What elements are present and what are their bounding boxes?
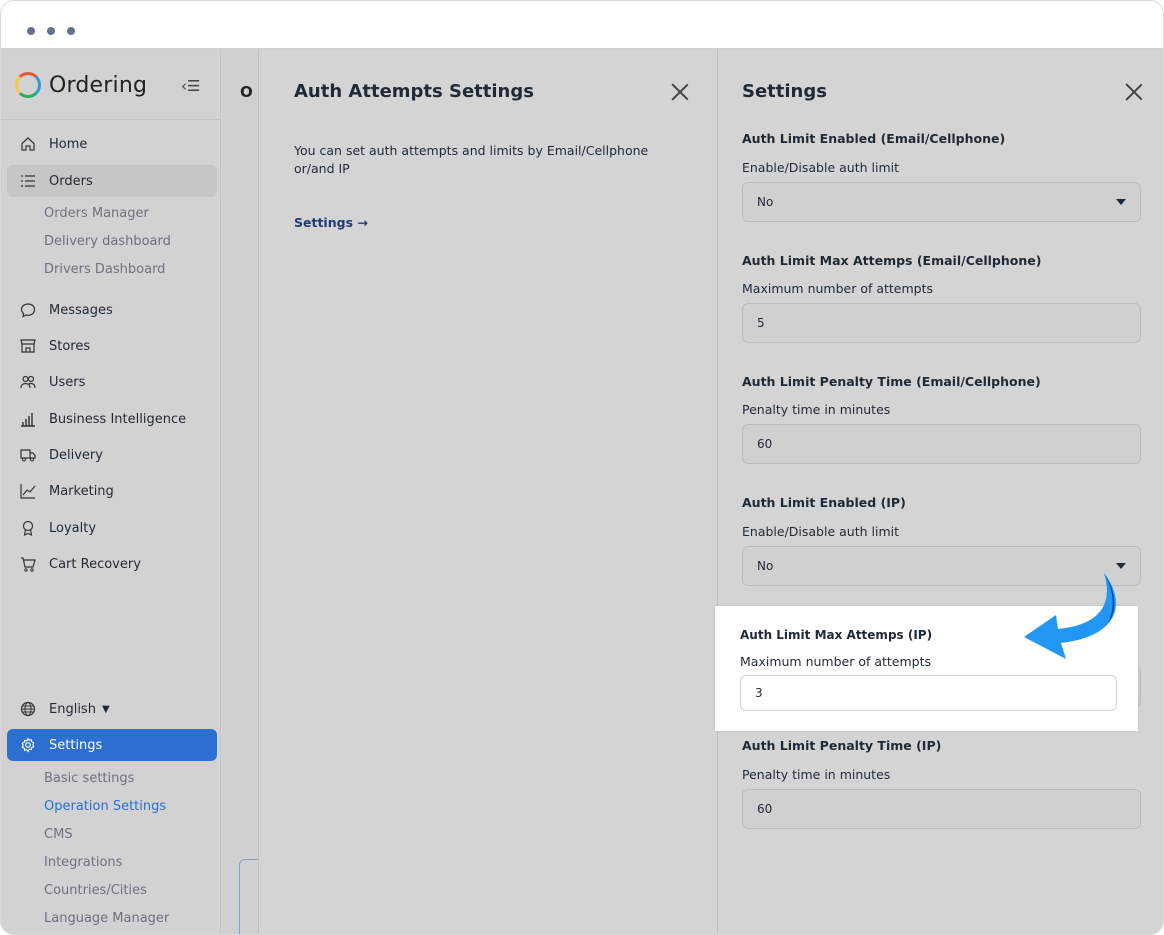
app-area: Ordering ‹☰ Home Orders Orders Manager D…	[1, 49, 1163, 934]
store-icon	[17, 338, 39, 354]
select-value: No	[757, 195, 774, 209]
sidebar-item-cart-recovery[interactable]: Cart Recovery	[7, 548, 217, 580]
sidebar-item-label: Orders	[49, 173, 93, 189]
sidebar-item-label: Messages	[49, 302, 113, 318]
sidebar-subitem-delivery-dashboard[interactable]: Delivery dashboard	[44, 234, 171, 249]
sidebar-item-messages[interactable]: Messages	[7, 294, 217, 326]
window-dot-icon	[67, 27, 75, 35]
chat-bubble-icon	[17, 302, 39, 318]
input-value: 3	[755, 686, 763, 700]
sidebar-subitem-integrations[interactable]: Integrations	[44, 855, 122, 870]
sidebar-subitem-cms[interactable]: CMS	[44, 827, 73, 842]
sidebar-item-marketing[interactable]: Marketing	[7, 475, 217, 507]
sidebar-item-stores[interactable]: Stores	[7, 330, 217, 362]
field-label: Auth Limit Max Attemps (Email/Cellphone)	[742, 253, 1042, 268]
pointer-arrow-icon	[1024, 573, 1116, 659]
logo-text: Ordering	[49, 72, 148, 98]
auth-attempts-panel: Auth Attempts Settings You can set auth …	[258, 49, 718, 934]
background-page-title: O	[240, 83, 253, 101]
caret-down-icon	[1116, 199, 1126, 205]
gear-icon	[17, 737, 39, 753]
field-description: Penalty time in minutes	[742, 402, 891, 417]
sidebar-subitem-basic-settings[interactable]: Basic settings	[44, 771, 134, 786]
sidebar-item-delivery[interactable]: Delivery	[7, 439, 217, 471]
input-value: 60	[757, 437, 773, 451]
field-description: Enable/Disable auth limit	[742, 160, 900, 175]
cart-icon	[17, 556, 39, 572]
globe-icon	[17, 701, 39, 717]
sidebar: Ordering ‹☰ Home Orders Orders Manager D…	[1, 49, 221, 934]
list-icon	[17, 173, 39, 189]
browser-window: Ordering ‹☰ Home Orders Orders Manager D…	[0, 0, 1164, 935]
window-titlebar	[1, 1, 1163, 49]
sidebar-item-label: Loyalty	[49, 520, 97, 536]
field-label: Auth Limit Penalty Time (IP)	[742, 738, 942, 753]
auth-limit-max-attempts-email-input[interactable]: 5	[742, 303, 1141, 343]
sidebar-item-label: Users	[49, 374, 86, 390]
sidebar-item-loyalty[interactable]: Loyalty	[7, 512, 217, 544]
window-dot-icon	[27, 27, 35, 35]
field-description: Enable/Disable auth limit	[742, 524, 900, 539]
sidebar-item-label: Business Intelligence	[49, 411, 187, 427]
select-value: No	[757, 559, 774, 573]
sidebar-item-settings[interactable]: Settings	[7, 729, 217, 761]
language-label: English	[49, 701, 96, 717]
close-icon[interactable]	[671, 83, 689, 101]
input-value: 5	[757, 316, 765, 330]
sidebar-item-label: Cart Recovery	[49, 556, 141, 572]
home-icon	[17, 136, 39, 152]
auth-attempts-title: Auth Attempts Settings	[294, 81, 534, 102]
sidebar-item-label: Stores	[49, 338, 91, 354]
field-description: Maximum number of attempts	[740, 654, 932, 669]
field-label: Auth Limit Enabled (IP)	[742, 495, 906, 510]
sidebar-subitem-language-manager[interactable]: Language Manager	[44, 911, 169, 926]
sidebar-item-users[interactable]: Users	[7, 366, 217, 398]
collapse-sidebar-icon[interactable]: ‹☰	[181, 77, 200, 95]
sidebar-divider	[1, 119, 221, 120]
sidebar-item-label: Home	[49, 136, 88, 152]
settings-panel: Settings Auth Limit Enabled (Email/Cellp…	[719, 49, 1163, 934]
sidebar-subitem-operation-settings[interactable]: Operation Settings	[44, 799, 166, 814]
settings-panel-title: Settings	[742, 81, 827, 102]
sidebar-item-label: Delivery	[49, 447, 103, 463]
line-chart-icon	[17, 483, 39, 499]
bar-chart-icon	[17, 411, 39, 427]
field-label: Auth Limit Enabled (Email/Cellphone)	[742, 131, 1006, 146]
auth-attempts-description: You can set auth attempts and limits by …	[294, 143, 649, 176]
award-icon	[17, 520, 39, 536]
close-icon[interactable]	[1125, 83, 1143, 101]
window-dot-icon	[47, 27, 55, 35]
sidebar-subitem-drivers-dashboard[interactable]: Drivers Dashboard	[44, 262, 165, 277]
auth-limit-penalty-time-email-input[interactable]: 60	[742, 424, 1141, 464]
caret-down-icon	[1116, 563, 1126, 569]
background-page: O	[222, 49, 269, 934]
field-label: Auth Limit Penalty Time (Email/Cellphone…	[742, 374, 1041, 389]
sidebar-item-business-intelligence[interactable]: Business Intelligence	[7, 403, 217, 435]
sidebar-item-orders[interactable]: Orders	[7, 165, 217, 197]
sidebar-item-label: Marketing	[49, 483, 114, 499]
auth-limit-penalty-time-ip-input[interactable]: 60	[742, 789, 1141, 829]
sidebar-subitem-orders-manager[interactable]: Orders Manager	[44, 206, 149, 221]
sidebar-item-home[interactable]: Home	[7, 128, 217, 160]
ordering-logo-icon	[15, 72, 41, 98]
chevron-down-icon: ▼	[101, 703, 110, 715]
field-label: Auth Limit Max Attemps (IP)	[740, 628, 933, 642]
sidebar-subitem-countries-cities[interactable]: Countries/Cities	[44, 883, 147, 898]
logo[interactable]: Ordering	[15, 69, 147, 101]
field-description: Penalty time in minutes	[742, 767, 891, 782]
input-value: 60	[757, 802, 773, 816]
auth-limit-enabled-email-select[interactable]: No	[742, 182, 1141, 222]
settings-link[interactable]: Settings →	[294, 215, 368, 230]
sidebar-item-label: Settings	[49, 737, 103, 753]
language-selector[interactable]: English ▼	[7, 693, 217, 725]
truck-icon	[17, 447, 39, 463]
field-description: Maximum number of attempts	[742, 281, 934, 296]
users-icon	[17, 374, 39, 390]
